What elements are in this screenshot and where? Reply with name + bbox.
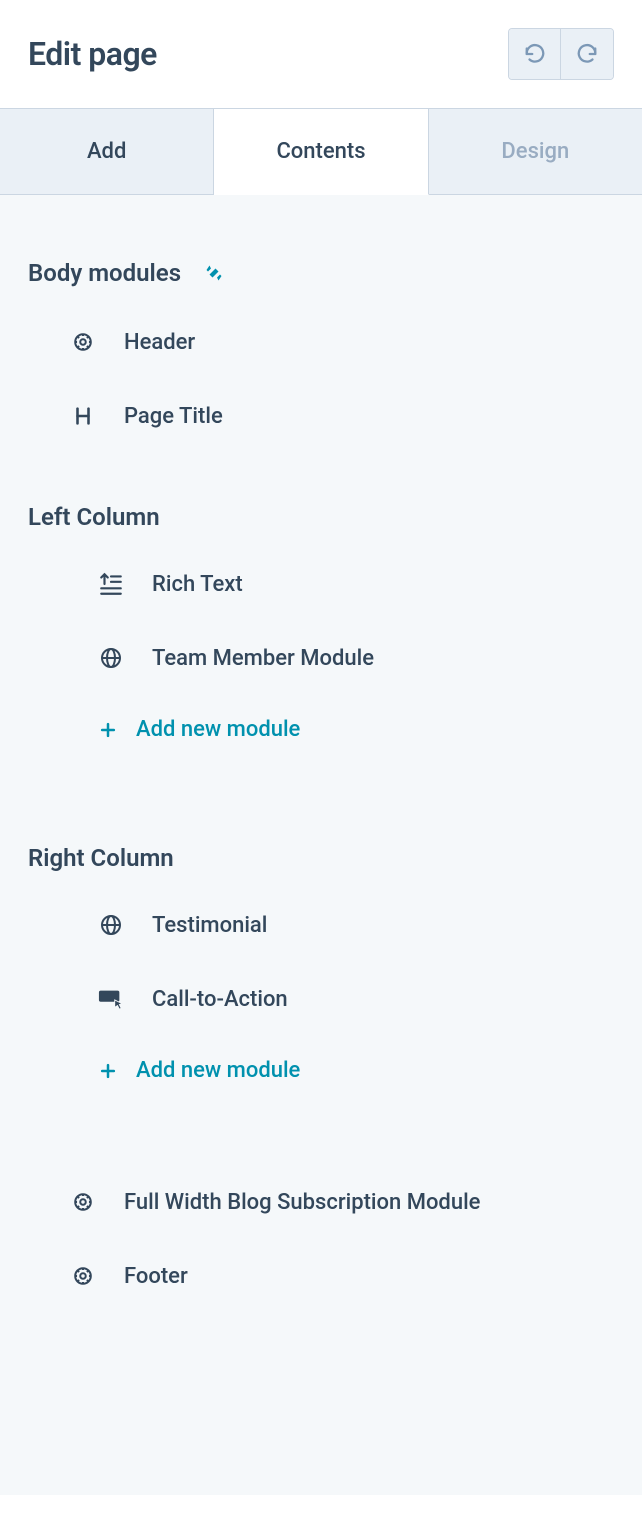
body-modules-title: Body modules xyxy=(28,259,181,287)
module-label: Page Title xyxy=(124,404,223,429)
module-label: Testimonial xyxy=(152,913,267,938)
tab-design[interactable]: Design xyxy=(429,109,642,194)
module-footer[interactable]: Footer xyxy=(0,1239,642,1313)
tabs: Add Contents Design xyxy=(0,108,642,195)
module-label: Header xyxy=(124,330,195,355)
contents-panel: Body modules Header Page Title Left Colu… xyxy=(0,195,642,1495)
module-label: Call-to-Action xyxy=(152,987,288,1012)
body-bottom-section: Full Width Blog Subscription Module Foot… xyxy=(0,1165,642,1313)
module-rich-text[interactable]: Rich Text xyxy=(0,547,642,621)
module-blog-subscription[interactable]: Full Width Blog Subscription Module xyxy=(0,1165,642,1239)
body-modules-header: Body modules xyxy=(0,231,642,305)
add-module-right[interactable]: Add new module xyxy=(0,1036,642,1105)
module-page-title[interactable]: Page Title xyxy=(0,379,642,453)
module-label: Footer xyxy=(124,1264,188,1289)
module-header[interactable]: Header xyxy=(0,305,642,379)
page-header: Edit page xyxy=(0,0,642,108)
tab-add[interactable]: Add xyxy=(0,109,214,194)
module-cta[interactable]: Call-to-Action xyxy=(0,962,642,1036)
globe-icon xyxy=(96,910,126,940)
module-label: Team Member Module xyxy=(152,646,374,671)
add-module-label: Add new module xyxy=(136,1058,300,1083)
plus-icon xyxy=(96,718,120,742)
richtext-icon xyxy=(96,569,126,599)
sprocket-icon xyxy=(68,327,98,357)
module-team-member[interactable]: Team Member Module xyxy=(0,621,642,695)
sprocket-icon xyxy=(68,1187,98,1217)
cta-icon xyxy=(96,984,126,1014)
add-module-label: Add new module xyxy=(136,717,300,742)
undo-button[interactable] xyxy=(509,29,561,79)
module-testimonial[interactable]: Testimonial xyxy=(0,888,642,962)
module-label: Full Width Blog Subscription Module xyxy=(124,1190,480,1215)
right-column-title: Right Column xyxy=(0,764,642,888)
redo-button[interactable] xyxy=(561,29,613,79)
page-title: Edit page xyxy=(28,35,157,73)
redo-icon xyxy=(576,43,598,65)
globe-icon xyxy=(96,643,126,673)
design-tools-icon[interactable] xyxy=(205,264,223,282)
undo-redo-group xyxy=(508,28,614,80)
heading-icon xyxy=(68,401,98,431)
left-column-title: Left Column xyxy=(0,453,642,547)
sprocket-icon xyxy=(68,1261,98,1291)
module-label: Rich Text xyxy=(152,572,243,597)
undo-icon xyxy=(524,43,546,65)
tab-contents[interactable]: Contents xyxy=(214,109,428,195)
add-module-left[interactable]: Add new module xyxy=(0,695,642,764)
plus-icon xyxy=(96,1059,120,1083)
